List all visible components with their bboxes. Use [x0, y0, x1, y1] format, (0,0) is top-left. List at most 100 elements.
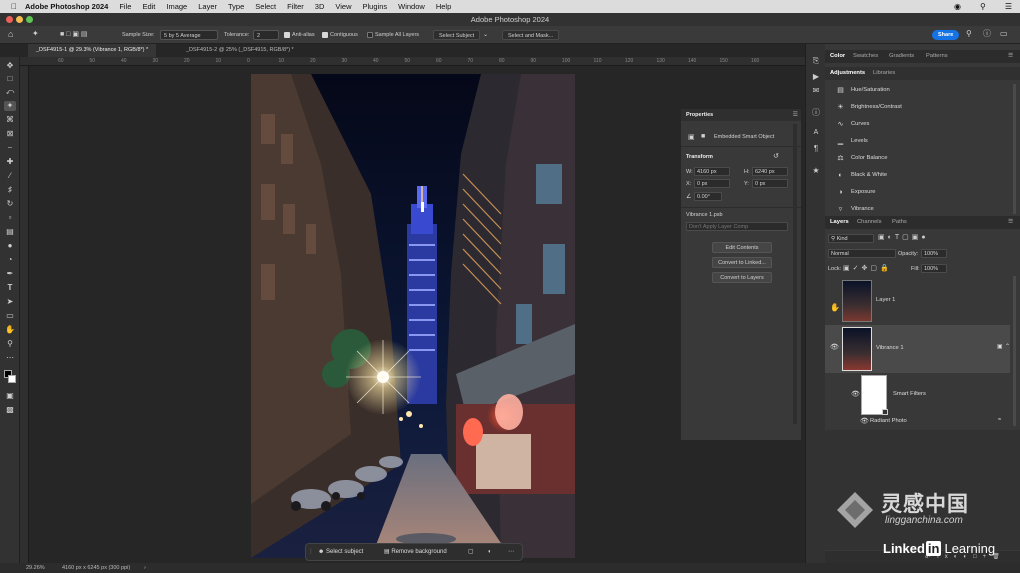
layer-comp-select[interactable]: Don't Apply Layer Comp [686, 222, 788, 231]
tab-swatches[interactable]: Swatches [853, 50, 878, 63]
width-input[interactable]: 4160 px [694, 167, 730, 176]
gradient-tool-icon[interactable]: ▤ [4, 227, 16, 237]
chevron-right-icon[interactable]: › [144, 563, 146, 573]
frame-tool-icon[interactable]: ⊠ [4, 129, 16, 139]
convert-to-layers-button[interactable]: Convert to Layers [712, 272, 772, 283]
fill-input[interactable]: 100% [921, 264, 947, 273]
layer-row-smart-filters[interactable]: 👁 Smart Filters [825, 373, 1010, 419]
more-tools-icon[interactable]: ⋯ [4, 353, 16, 363]
x-input[interactable]: 0 px [694, 179, 730, 188]
visibility-eye-icon[interactable]: 👁 [830, 343, 839, 351]
search-icon[interactable]: ⚲ [980, 2, 986, 11]
adjustment-black-white[interactable]: ◐ Black & White [825, 167, 1015, 184]
tab-layers[interactable]: Layers [830, 216, 849, 229]
layer-row-layer-1[interactable]: ✋ Layer 1 [825, 277, 1010, 325]
zoom-window-button[interactable] [26, 16, 33, 23]
background-color-swatch[interactable] [8, 375, 16, 383]
menu-plugins[interactable]: Plugins [363, 2, 388, 11]
convert-to-linked-button[interactable]: Convert to Linked... [712, 257, 772, 268]
menu-layer[interactable]: Layer [198, 2, 217, 11]
brush-tool-icon[interactable]: ∕ [4, 171, 16, 181]
document-info[interactable]: 4160 px x 6245 px (300 ppi) [62, 563, 130, 573]
drag-handle-icon[interactable]: ⋮ [308, 547, 314, 558]
hand-tool-icon[interactable]: ✋ [4, 325, 16, 335]
menu-edit[interactable]: Edit [142, 2, 155, 11]
contiguous-checkbox[interactable]: Contiguous [322, 30, 358, 40]
move-tool-icon[interactable]: ✥ [4, 61, 16, 71]
lock-icons[interactable]: ▣✓✥▢🔒 [843, 264, 892, 272]
select-subject-ctx-button[interactable]: ☻ Select subject [318, 547, 363, 558]
more-options-icon[interactable]: ⋯ [508, 547, 514, 558]
sample-all-layers-checkbox[interactable]: Sample All Layers [367, 30, 419, 40]
eraser-tool-icon[interactable]: ▫ [4, 213, 16, 223]
actions-icon[interactable]: ▶ [811, 72, 821, 82]
close-window-button[interactable] [6, 16, 13, 23]
sample-size-select[interactable]: 5 by 5 Average [160, 30, 218, 40]
menu-image[interactable]: Image [166, 2, 187, 11]
type-tool-icon[interactable]: T [4, 283, 16, 293]
magic-wand-preset-icon[interactable]: ✦ [32, 29, 39, 39]
dodge-tool-icon[interactable]: ◔ [4, 255, 16, 265]
chevron-down-icon[interactable]: ⌄ [483, 30, 488, 40]
menu-filter[interactable]: Filter [287, 2, 304, 11]
angle-input[interactable]: 0.00° [694, 192, 722, 201]
path-selection-icon[interactable]: ➤ [4, 297, 16, 307]
tab-paths[interactable]: Paths [892, 216, 907, 229]
layers-scrollbar[interactable] [1013, 276, 1016, 426]
panel-menu-icon[interactable]: ☰ [1008, 216, 1013, 229]
character-icon[interactable]: A [811, 128, 821, 138]
selection-mode-icons[interactable]: ■ □ ▣ ▤ [60, 30, 88, 40]
tab-channels[interactable]: Channels [857, 216, 882, 229]
remove-background-button[interactable]: ▤ Remove background [384, 547, 447, 558]
opacity-input[interactable]: 100% [921, 249, 947, 258]
filter-options-icon[interactable]: ≈ [998, 417, 1001, 423]
magic-wand-tool-icon[interactable]: ✦ [4, 101, 16, 111]
blend-mode-select[interactable]: Normal [828, 249, 896, 258]
panel-menu-icon[interactable]: ☰ [793, 111, 798, 118]
mask-icon[interactable]: ◐ [488, 547, 492, 558]
panel-menu-icon[interactable]: ☰ [1008, 50, 1013, 63]
pen-tool-icon[interactable]: ✒ [4, 269, 16, 279]
layer-filter-kind-select[interactable]: ⚲ Kind [828, 234, 874, 243]
history-icon[interactable]: ⎘ [811, 56, 821, 66]
select-and-mask-button[interactable]: Select and Mask... [502, 30, 560, 40]
menu-app-name[interactable]: Adobe Photoshop 2024 [25, 2, 108, 11]
menu-window[interactable]: Window [398, 2, 425, 11]
glyphs-icon[interactable]: ★ [811, 166, 821, 176]
tab-dsf4915-1[interactable]: _DSF4915-1 @ 29.3% (Vibrance 1, RGB/8*) … [28, 44, 157, 57]
eyedropper-tool-icon[interactable]: ⎯ [4, 143, 16, 153]
menu-3d[interactable]: 3D [315, 2, 325, 11]
tab-gradients[interactable]: Gradients [889, 50, 914, 63]
healing-brush-icon[interactable]: ✚ [4, 157, 16, 167]
tab-patterns[interactable]: Patterns [926, 50, 948, 63]
adjustment-curves[interactable]: ∿ Curves [825, 116, 1015, 133]
search-icon[interactable]: ⚲ [966, 29, 972, 39]
crop-tool-icon[interactable]: ⌘ [4, 115, 16, 125]
menu-help[interactable]: Help [436, 2, 451, 11]
zoom-tool-icon[interactable]: ⚲ [4, 339, 16, 349]
paragraph-icon[interactable]: ¶ [811, 144, 821, 154]
stamp-tool-icon[interactable]: ♯ [4, 185, 16, 195]
minimize-window-button[interactable] [16, 16, 23, 23]
control-center-icon[interactable]: ☰ [1005, 2, 1012, 11]
layer-row-radiant-photo[interactable]: 👁 Radiant Photo ≈ [825, 416, 1010, 428]
smart-filters-visibility-icon[interactable]: 👁 [851, 390, 860, 398]
info-icon[interactable]: ⓘ [811, 108, 821, 118]
properties-title[interactable]: Properties [681, 109, 801, 121]
tab-libraries[interactable]: Libraries [873, 67, 895, 80]
adjustment-color-balance[interactable]: ⚖ Color Balance [825, 150, 1015, 167]
apple-icon[interactable]:  [11, 2, 17, 11]
adjustment-exposure[interactable]: ◑ Exposure [825, 184, 1015, 201]
marquee-tool-icon[interactable]: □ [4, 74, 16, 84]
menu-file[interactable]: File [119, 2, 131, 11]
history-brush-icon[interactable]: ↻ [4, 199, 16, 209]
transform-icon[interactable]: ▢ [468, 547, 474, 558]
menu-select[interactable]: Select [255, 2, 276, 11]
edit-contents-button[interactable]: Edit Contents [712, 242, 772, 253]
wifi-icon[interactable]: ◉ [954, 2, 961, 11]
adjustment-brightness-contrast[interactable]: ☀ Brightness/Contrast [825, 99, 1015, 116]
menu-view[interactable]: View [335, 2, 351, 11]
screen-mode-icon[interactable]: ▩ [4, 405, 16, 415]
radiant-photo-visibility-icon[interactable]: 👁 [860, 417, 869, 425]
share-button[interactable]: Share [932, 30, 960, 40]
